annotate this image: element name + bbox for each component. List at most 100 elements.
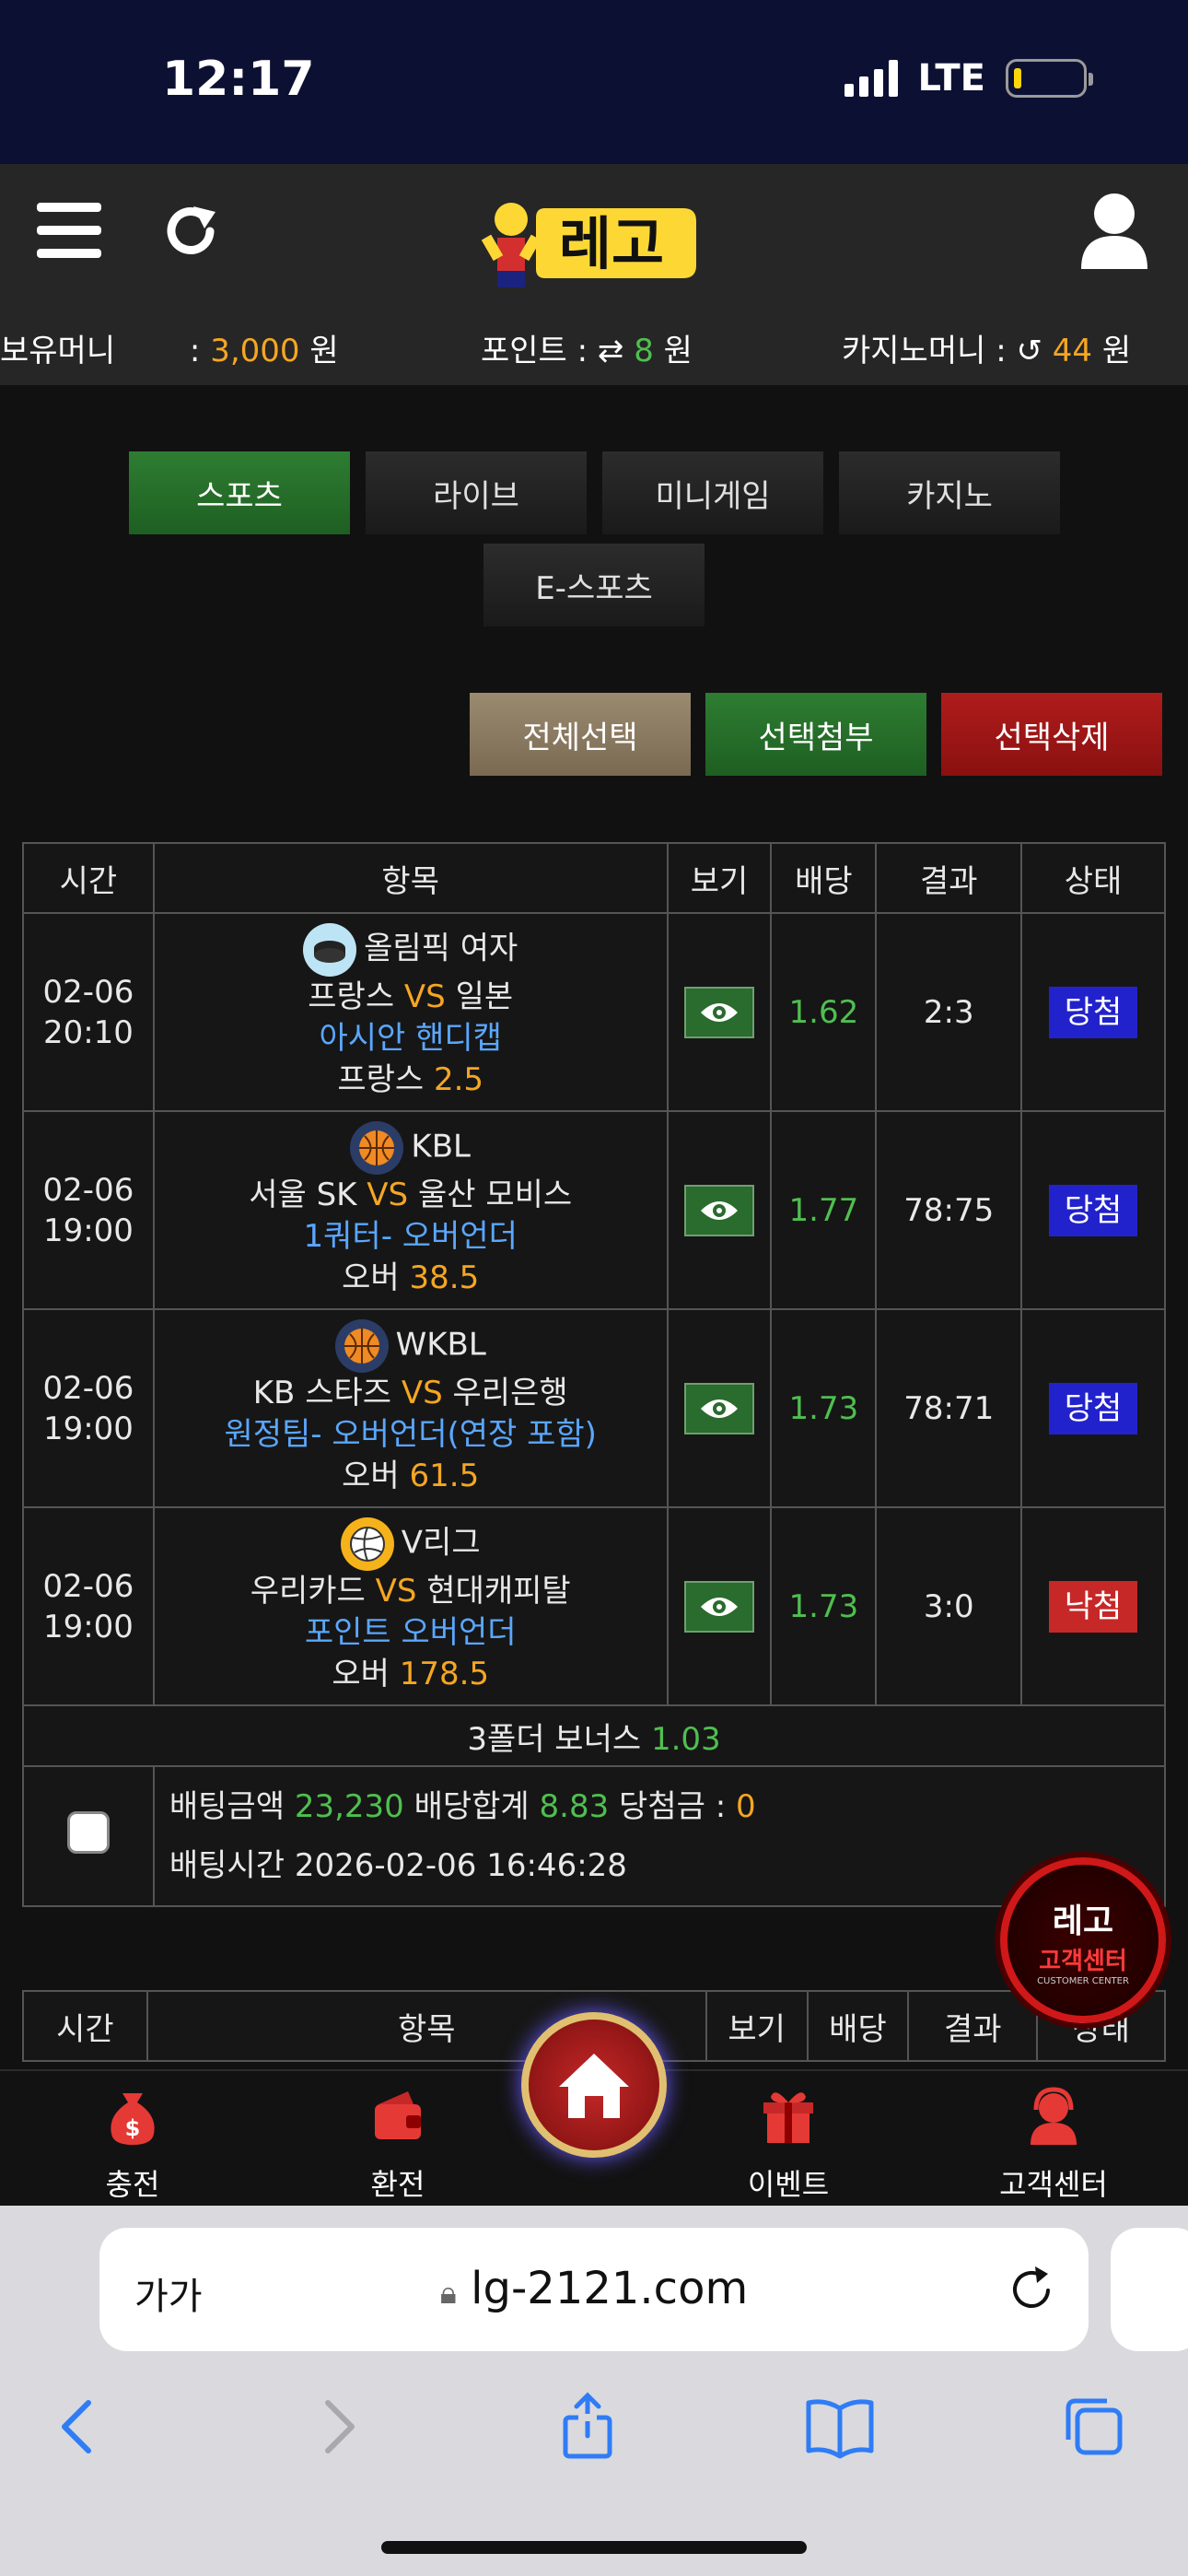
cs-label: 고객센터: [1039, 1948, 1127, 1975]
menu-icon[interactable]: [37, 203, 101, 258]
game-info: 올림픽 여자 프랑스 VS 일본 아시안 핸디캡 프랑스 2.5: [152, 912, 669, 1112]
tab-sports[interactable]: 스포츠: [129, 451, 350, 534]
bottom-nav: $ 충전 환전 이벤트 고객센터: [0, 2012, 1188, 2206]
select-all-button[interactable]: 전체선택: [470, 693, 691, 776]
home-button[interactable]: [521, 2012, 667, 2158]
gift-icon: [763, 2092, 813, 2143]
status-badge: 당첨: [1049, 986, 1138, 1038]
address-bar[interactable]: 가가 🔒︎ lg-2121.com: [99, 2228, 1089, 2351]
tab-esports[interactable]: E-스포츠: [483, 544, 705, 626]
svg-text:$: $: [125, 2115, 141, 2141]
basketball-icon: [350, 1121, 404, 1175]
money-bag-icon: $: [111, 2093, 155, 2145]
nav-withdraw-label: 환전: [370, 2167, 425, 2202]
tab-minigame[interactable]: 미니게임: [602, 451, 823, 534]
result-value: 2:3: [875, 912, 1023, 1112]
undo-icon: ↺: [1016, 333, 1042, 369]
odds-value: 1.73: [770, 1506, 878, 1706]
swap-icon: ⇄: [597, 333, 624, 369]
user-icon[interactable]: [1077, 190, 1151, 273]
bookmarks-icon[interactable]: [803, 2390, 877, 2464]
battery-icon: [1006, 59, 1093, 98]
status-indicators: LTE: [844, 57, 1093, 100]
header-time: 시간: [22, 1990, 148, 2062]
header-time: 시간: [22, 842, 155, 914]
status-time: 12:17: [162, 52, 315, 107]
delete-selected-button[interactable]: 선택삭제: [941, 693, 1162, 776]
status-badge: 당첨: [1049, 1184, 1138, 1236]
status-badge: 낙첨: [1049, 1580, 1138, 1633]
header-item: 항목: [152, 842, 669, 914]
nav-deposit[interactable]: $ 충전: [50, 2084, 215, 2204]
share-icon[interactable]: [551, 2390, 624, 2464]
view-eye-icon[interactable]: [683, 1184, 754, 1236]
game-info: KBL 서울 SK VS 울산 모비스 1쿼터- 오버언더 오버 38.5: [152, 1110, 669, 1310]
customer-center-float-button[interactable]: 레고 고객센터 CUSTOMER CENTER: [1000, 1857, 1166, 2023]
site-header: 레고 보유머니 : 3,000 원 포인트 : ⇄ 8 원 카지노머니 : ↺ …: [0, 164, 1188, 385]
nav-withdraw[interactable]: 환전: [315, 2084, 481, 2204]
hockey-puck-icon: [303, 923, 357, 977]
signal-icon: [844, 60, 898, 97]
odds-value: 1.77: [770, 1110, 878, 1310]
home-icon: [559, 2054, 629, 2118]
view-eye-icon[interactable]: [683, 1382, 754, 1434]
browser-toolbar: 가가 🔒︎ lg-2121.com: [0, 2206, 1188, 2576]
header-odds: 배당: [770, 842, 878, 914]
bet-history-table: 시간 항목 보기 배당 결과 상태 02-06 20:10 올림픽 여자 프랑스 …: [22, 842, 1167, 1907]
lock-icon: 🔒︎: [439, 2275, 457, 2312]
balance-row: 보유머니 : 3,000 원 포인트 : ⇄ 8 원 카지노머니 : ↺ 44 …: [0, 316, 1188, 371]
cs-logo-text: 레고: [1052, 1903, 1114, 1940]
nav-event-label: 이벤트: [747, 2167, 830, 2202]
forward-icon[interactable]: [300, 2390, 374, 2464]
bonus-row: 3폴더 보너스 1.03: [22, 1704, 1166, 1767]
view-eye-icon[interactable]: [683, 1580, 754, 1633]
support-agent-icon: [1031, 2087, 1077, 2145]
basketball-icon: [334, 1319, 389, 1373]
result-value: 78:71: [875, 1308, 1023, 1508]
header-result: 결과: [907, 1990, 1039, 2062]
logo[interactable]: 레고: [470, 182, 718, 293]
tab-live[interactable]: 라이브: [366, 451, 587, 534]
odds-value: 1.73: [770, 1308, 878, 1508]
game-time: 02-06 19:00: [22, 1110, 155, 1310]
header-odds: 배당: [806, 1990, 910, 2062]
select-checkbox[interactable]: [66, 1810, 110, 1854]
balance-casino[interactable]: 카지노머니 : ↺ 44 원: [842, 325, 1131, 370]
game-time: 02-06 20:10: [22, 912, 155, 1112]
odds-value: 1.62: [770, 912, 878, 1112]
logo-text: 레고: [559, 210, 664, 277]
header-status: 상태: [1020, 842, 1166, 914]
header-view: 보기: [666, 842, 773, 914]
result-value: 78:75: [875, 1110, 1023, 1310]
nav-deposit-label: 충전: [105, 2167, 160, 2202]
view-eye-icon[interactable]: [683, 986, 754, 1038]
attach-selected-button[interactable]: 선택첨부: [705, 693, 926, 776]
game-time: 02-06 19:00: [22, 1308, 155, 1508]
header-result: 결과: [875, 842, 1023, 914]
nav-event[interactable]: 이벤트: [705, 2084, 871, 2204]
result-value: 3:0: [875, 1506, 1023, 1706]
network-label: LTE: [917, 57, 985, 100]
tab-casino[interactable]: 카지노: [839, 451, 1060, 534]
nav-support-label: 고객센터: [999, 2167, 1108, 2202]
next-tab-peek[interactable]: [1111, 2228, 1188, 2351]
table-row: 02-06 19:00 WKBL KB 스타즈 VS 우리은행 원정팀- 오버언더…: [22, 1308, 1166, 1508]
status-bar: 12:17 LTE: [0, 0, 1188, 164]
summary-row: 배팅금액 23,230 배당합계 8.83 당첨금 : 0 배팅시간 2026-…: [22, 1765, 1167, 1907]
nav-support[interactable]: 고객센터: [971, 2084, 1136, 2204]
game-info: V리그 우리카드 VS 현대캐피탈 포인트 오버언더 오버 178.5: [152, 1506, 669, 1706]
header-view: 보기: [705, 1990, 809, 2062]
game-time: 02-06 19:00: [22, 1506, 155, 1706]
bet-summary: 배팅금액 23,230 배당합계 8.83 당첨금 : 0 배팅시간 2026-…: [152, 1765, 1167, 1907]
wallet-icon: [375, 2091, 421, 2139]
table-header: 시간 항목 보기 배당 결과 상태: [22, 842, 1166, 914]
game-info: WKBL KB 스타즈 VS 우리은행 원정팀- 오버언더(연장 포함) 오버 …: [152, 1308, 669, 1508]
table-row: 02-06 20:10 올림픽 여자 프랑스 VS 일본 아시안 핸디캡 프랑스 …: [22, 912, 1166, 1112]
back-icon[interactable]: [42, 2390, 116, 2464]
volleyball-icon: [340, 1517, 394, 1571]
refresh-icon[interactable]: [158, 199, 223, 263]
url-field[interactable]: 🔒︎ lg-2121.com: [99, 2263, 1089, 2314]
reload-icon[interactable]: [1006, 2261, 1057, 2316]
tabs-icon[interactable]: [1057, 2390, 1131, 2464]
balance-points[interactable]: 포인트 : ⇄ 8 원: [481, 325, 693, 370]
